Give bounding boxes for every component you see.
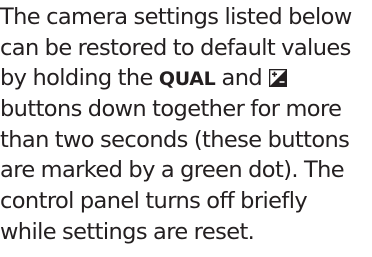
text-line-3: by holding the QUAL and xyxy=(0,63,372,94)
text-line-5: than two seconds (these buttons xyxy=(0,126,350,153)
text-line-6: are marked by a green dot). The xyxy=(0,157,345,184)
text-line-7: control panel turns off briefly xyxy=(0,188,308,215)
text-line-2: can be restored to default values xyxy=(0,34,351,61)
exposure-compensation-icon xyxy=(269,69,288,88)
text-line-1: The camera settings listed below xyxy=(0,4,352,30)
text-by-holding: by holding the xyxy=(0,65,159,92)
text-line-8: while settings are reset. xyxy=(0,218,255,245)
text-line-4: buttons down together for more xyxy=(0,96,342,123)
paragraph: The camera settings listed below can be … xyxy=(0,2,372,248)
text-and: and xyxy=(215,65,269,92)
qual-button-label: QUAL xyxy=(158,68,216,91)
